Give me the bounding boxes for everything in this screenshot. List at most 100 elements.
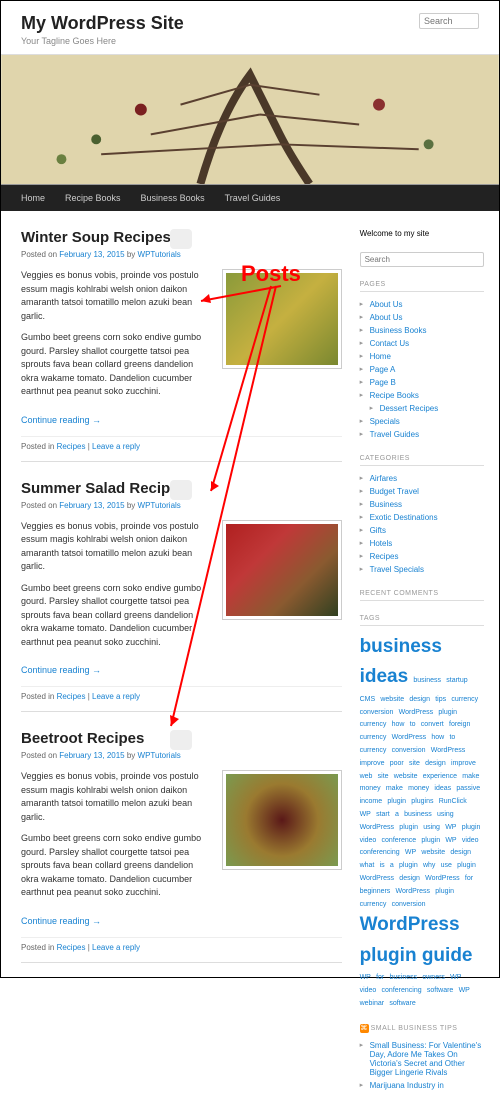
tag-link[interactable]: to <box>449 734 455 741</box>
tag-link[interactable]: use <box>441 862 452 869</box>
tag-link[interactable]: currency <box>360 901 387 908</box>
tag-link[interactable]: to <box>410 721 416 728</box>
category-link[interactable]: Recipes <box>57 943 86 952</box>
comment-bubble-icon[interactable] <box>170 480 192 500</box>
nav-item[interactable]: Travel Guides <box>215 185 291 211</box>
tag-link[interactable]: business <box>404 811 432 818</box>
reply-link[interactable]: Leave a reply <box>92 943 140 952</box>
tag-link[interactable]: make <box>386 785 403 792</box>
tag-link[interactable]: using <box>423 824 440 831</box>
page-link[interactable]: Business Books <box>370 326 427 335</box>
post-thumbnail[interactable] <box>222 520 342 620</box>
tag-link[interactable]: conversion <box>360 709 394 716</box>
post-date-link[interactable]: February 13, 2015 <box>59 751 124 760</box>
tag-link[interactable]: WordPress plugin guide <box>360 914 473 965</box>
tag-link[interactable]: conferencing <box>360 849 400 856</box>
tag-link[interactable]: currency <box>360 734 387 741</box>
tag-link[interactable]: plugin <box>438 709 457 716</box>
nav-item[interactable]: Recipe Books <box>55 185 131 211</box>
category-link[interactable]: Travel Specials <box>370 565 424 574</box>
tag-link[interactable]: foreign <box>449 721 470 728</box>
tag-link[interactable]: WordPress <box>431 747 466 754</box>
page-link[interactable]: Recipe Books <box>370 391 419 400</box>
tag-link[interactable]: site <box>409 760 420 767</box>
tag-link[interactable]: business <box>413 677 441 684</box>
post-thumbnail[interactable] <box>222 269 342 369</box>
tag-link[interactable]: software <box>427 987 453 994</box>
page-link[interactable]: Page A <box>370 365 396 374</box>
comment-bubble-icon[interactable] <box>170 229 192 249</box>
tag-link[interactable]: design <box>425 760 446 767</box>
tag-link[interactable]: income <box>360 798 383 805</box>
continue-reading-link[interactable]: Continue reading → <box>21 415 101 425</box>
tag-link[interactable]: conference <box>382 837 417 844</box>
tag-link[interactable]: improve <box>451 760 476 767</box>
tag-link[interactable]: conversion <box>392 747 426 754</box>
tag-link[interactable]: startup <box>446 677 467 684</box>
page-link[interactable]: About Us <box>370 313 403 322</box>
sidebar-search-input[interactable] <box>360 252 484 267</box>
tag-link[interactable]: site <box>378 773 389 780</box>
category-link[interactable]: Airfares <box>370 474 398 483</box>
tag-link[interactable]: plugin <box>435 888 454 895</box>
tag-link[interactable]: plugin <box>462 824 481 831</box>
category-link[interactable]: Gifts <box>370 526 386 535</box>
tag-link[interactable]: WP <box>445 824 456 831</box>
tag-link[interactable]: beginners <box>360 888 391 895</box>
tag-link[interactable]: design <box>399 875 420 882</box>
page-link[interactable]: Contact Us <box>370 339 410 348</box>
tag-link[interactable]: website <box>421 849 445 856</box>
rss-item-link[interactable]: Small Business: For Valentine's Day, Ado… <box>370 1041 482 1077</box>
tag-link[interactable]: plugin <box>399 862 418 869</box>
tag-link[interactable]: WP <box>360 811 371 818</box>
tag-link[interactable]: WordPress <box>396 888 431 895</box>
tag-link[interactable]: conversion <box>392 901 426 908</box>
tag-link[interactable]: video <box>462 837 479 844</box>
tag-link[interactable]: ideas <box>434 785 451 792</box>
category-link[interactable]: Exotic Destinations <box>370 513 438 522</box>
tag-link[interactable]: WordPress <box>399 709 434 716</box>
tag-link[interactable]: website <box>380 696 404 703</box>
tag-link[interactable]: money <box>408 785 429 792</box>
tag-link[interactable]: make <box>462 773 479 780</box>
tag-link[interactable]: is <box>380 862 385 869</box>
tag-link[interactable]: WordPress <box>392 734 427 741</box>
reply-link[interactable]: Leave a reply <box>92 692 140 701</box>
category-link[interactable]: Business <box>370 500 402 509</box>
page-link[interactable]: Specials <box>370 417 400 426</box>
tag-link[interactable]: start <box>376 811 390 818</box>
page-link[interactable]: Dessert Recipes <box>380 404 439 413</box>
tag-link[interactable]: WordPress <box>360 824 395 831</box>
tag-link[interactable]: design <box>409 696 430 703</box>
comment-bubble-icon[interactable] <box>170 730 192 750</box>
page-link[interactable]: Travel Guides <box>370 430 420 439</box>
tag-link[interactable]: WP <box>405 849 416 856</box>
tag-link[interactable]: CMS <box>360 696 376 703</box>
tag-link[interactable]: conferencing <box>382 987 422 994</box>
tag-link[interactable]: currency <box>451 696 478 703</box>
category-link[interactable]: Hotels <box>370 539 393 548</box>
tag-link[interactable]: how <box>431 734 444 741</box>
tag-link[interactable]: website <box>394 773 418 780</box>
post-date-link[interactable]: February 13, 2015 <box>59 501 124 510</box>
tag-link[interactable]: improve <box>360 760 385 767</box>
nav-item[interactable]: Home <box>11 185 55 211</box>
tag-link[interactable]: video <box>360 987 377 994</box>
tag-link[interactable]: WP <box>445 837 456 844</box>
search-input[interactable] <box>419 13 479 29</box>
tag-link[interactable]: experience <box>423 773 457 780</box>
tag-link[interactable]: plugins <box>411 798 433 805</box>
tag-link[interactable]: plugin <box>457 862 476 869</box>
tag-link[interactable]: using <box>437 811 454 818</box>
nav-item[interactable]: Business Books <box>131 185 215 211</box>
tag-link[interactable]: convert <box>421 721 444 728</box>
tag-link[interactable]: a <box>390 862 394 869</box>
tag-link[interactable]: what <box>360 862 375 869</box>
tag-link[interactable]: how <box>392 721 405 728</box>
tag-link[interactable]: why <box>423 862 435 869</box>
continue-reading-link[interactable]: Continue reading → <box>21 665 101 675</box>
category-link[interactable]: Recipes <box>57 442 86 451</box>
tag-link[interactable]: passive <box>456 785 480 792</box>
page-link[interactable]: About Us <box>370 300 403 309</box>
tag-link[interactable]: currency <box>360 747 387 754</box>
